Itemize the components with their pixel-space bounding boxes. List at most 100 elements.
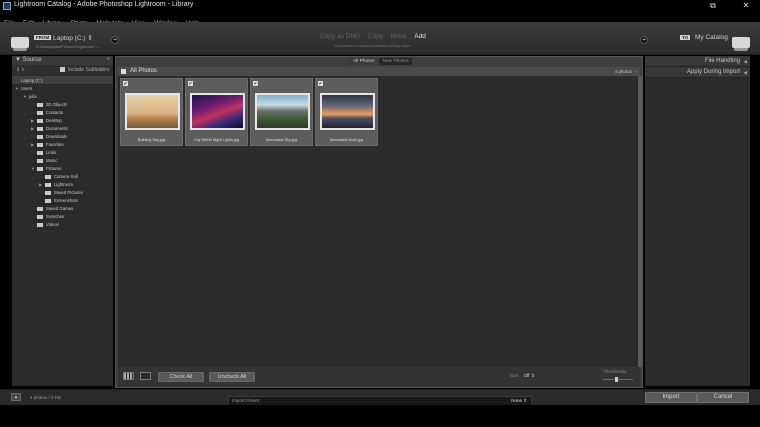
disclosure-triangle-icon[interactable]: ▶ — [31, 141, 34, 149]
lightroom-app-icon — [3, 2, 11, 10]
disclosure-triangle-icon[interactable]: ▶ — [31, 125, 34, 133]
photo-checkbox[interactable]: ✔ — [188, 81, 193, 86]
loupe-view-icon[interactable] — [140, 372, 151, 380]
photo-filename: Building Day.jpg — [137, 138, 166, 142]
sort-label: Sort — [510, 373, 519, 378]
sort-control[interactable]: Sort Off ⇕ — [510, 373, 534, 379]
folder-item[interactable]: ▶ Desktop — [12, 117, 113, 125]
close-icon[interactable]: ✕ — [738, 0, 754, 12]
include-subfolders-checkbox[interactable] — [60, 67, 65, 72]
folder-item[interactable]: ▶ Lightroom — [12, 181, 113, 189]
folder-item[interactable]: ▼ julia — [12, 93, 113, 101]
folder-item[interactable]: Music — [12, 157, 113, 165]
disclosure-triangle-icon[interactable]: ▶ — [31, 117, 34, 125]
photo-filename: City Street Night Lights.jpg — [194, 138, 239, 142]
folder-item[interactable]: ▶ Favorites — [12, 141, 113, 149]
photo-thumbnail[interactable] — [190, 93, 245, 130]
folder-item[interactable]: 3D Objects — [12, 101, 113, 109]
source-panel-header[interactable]: ▼ Source + — [12, 56, 113, 65]
photo-checkbox[interactable]: ✔ — [123, 81, 128, 86]
source-panel-title: Source — [22, 57, 42, 63]
folder-label: Users — [21, 86, 33, 91]
plus-icon[interactable]: + — [106, 56, 110, 65]
thumbnail-size-slider[interactable] — [603, 377, 633, 382]
tab-all-photos[interactable]: All Photos — [349, 58, 379, 65]
photo-grid: ✔ Building Day.jpg ✔ City Street Night Ligh… — [118, 76, 638, 367]
folder-item[interactable]: Downloads — [12, 133, 113, 141]
photo-cell[interactable]: ✔ Building Day.jpg — [120, 78, 183, 146]
disclosure-triangle-icon[interactable]: ▶ — [39, 181, 42, 189]
folder-item[interactable]: Videos — [12, 221, 113, 229]
close-icon[interactable]: × — [635, 67, 638, 76]
all-photos-checkbox[interactable] — [121, 69, 126, 74]
folder-label: Lightroom — [54, 182, 74, 187]
folder-label: Music — [46, 158, 58, 163]
folder-label: Desktop — [46, 118, 62, 123]
folder-icon — [37, 111, 43, 115]
folder-item[interactable]: Saved Games — [12, 205, 113, 213]
restore-icon[interactable]: ⧉ — [705, 0, 721, 12]
folder-label: Downloads — [46, 134, 68, 139]
collapse-icon[interactable]: ◀ — [744, 56, 747, 67]
folder-tree: Laptop (C:) ▼ Users ▼ julia 3D Objects Contact… — [12, 75, 113, 229]
expand-icon[interactable]: ▲ — [11, 393, 21, 401]
photo-count: 4 photos — [614, 69, 632, 74]
tab-new-photos[interactable]: New Photos — [378, 58, 413, 65]
sort-icon[interactable]: ⇕ ≡ — [16, 65, 25, 75]
folder-item[interactable]: Links — [12, 149, 113, 157]
photo-cell[interactable]: ✔ Mountains Dusk.jpg — [315, 78, 378, 146]
import-preset-value[interactable]: None ⇕ — [511, 397, 527, 405]
mode-copy[interactable]: Copy — [368, 33, 383, 40]
source-selector[interactable]: Laptop (C:) ⇕ — [53, 34, 93, 42]
folder-label: 3D Objects — [46, 102, 68, 107]
folder-item[interactable]: Screenshots — [12, 197, 113, 205]
file-handling-section[interactable]: File Handling ◀ — [645, 56, 750, 67]
apply-during-import-section[interactable]: Apply During Import ◀ — [645, 67, 750, 78]
photo-cell[interactable]: ✔ City Street Night Lights.jpg — [185, 78, 248, 146]
cancel-button[interactable]: Cancel — [697, 392, 749, 403]
photo-thumbnail[interactable] — [125, 93, 180, 130]
disclosure-triangle-icon[interactable]: ▼ — [31, 165, 35, 173]
folder-item[interactable]: ▼ Pictures — [12, 165, 113, 173]
photo-cell[interactable]: ✔ Mountains Sky.jpg — [250, 78, 313, 146]
grid-scrollbar[interactable] — [638, 76, 642, 367]
menu-bar: File Edit Library Photo Metadata View Wi… — [0, 12, 760, 27]
options-panel: File Handling ◀ Apply During Import ◀ — [645, 56, 750, 386]
sort-value[interactable]: Off ⇕ — [524, 373, 535, 378]
grid-header: All Photos 4 photos × — [118, 67, 640, 76]
from-badge: FROM — [34, 35, 52, 40]
taskbar-area — [0, 405, 760, 427]
grid-view-icon[interactable] — [123, 372, 134, 380]
folder-item[interactable]: Contacts — [12, 109, 113, 117]
folder-item[interactable]: Camera Roll — [12, 173, 113, 181]
folder-icon — [37, 167, 43, 171]
mode-copy-as-dng[interactable]: Copy as DNG — [320, 33, 360, 40]
photo-thumbnail[interactable] — [320, 93, 375, 130]
folder-item[interactable]: Saved Pictures — [12, 189, 113, 197]
mode-move[interactable]: Move — [391, 33, 407, 40]
check-all-button[interactable]: Check All — [158, 372, 204, 382]
folder-item[interactable]: ▶ Documents — [12, 125, 113, 133]
photo-grid-area: All Photos New Photos All Photos 4 photos… — [115, 56, 643, 388]
folder-label: Videos — [46, 222, 60, 227]
collapse-icon[interactable]: ◀ — [744, 67, 747, 78]
import-button[interactable]: Import — [645, 392, 697, 403]
thumbnail-slider-knob[interactable] — [615, 377, 618, 382]
folder-item[interactable]: ▼ Users — [12, 85, 113, 93]
title-bar: Lightroom Catalog - Adobe Photoshop Ligh… — [0, 0, 760, 12]
mode-add[interactable]: Add — [414, 33, 426, 40]
photo-thumbnail[interactable] — [255, 93, 310, 130]
photo-checkbox[interactable]: ✔ — [318, 81, 323, 86]
folder-label: julia — [29, 94, 37, 99]
photo-checkbox[interactable]: ✔ — [253, 81, 258, 86]
grid-scrollbar-thumb[interactable] — [638, 76, 642, 367]
drive-item[interactable]: Laptop (C:) — [12, 76, 113, 85]
uncheck-all-button[interactable]: Uncheck All — [209, 372, 255, 382]
folder-item[interactable]: Searches — [12, 213, 113, 221]
folder-icon — [37, 143, 43, 147]
disclosure-triangle-icon[interactable]: ▼ — [15, 85, 19, 93]
grid-toolbar: Check All Uncheck All Sort Off ⇕ Thumbna… — [118, 367, 640, 387]
grid-header-label: All Photos — [130, 68, 158, 74]
photo-filename: Mountains Dusk.jpg — [329, 138, 364, 142]
disclosure-triangle-icon[interactable]: ▼ — [23, 93, 27, 101]
